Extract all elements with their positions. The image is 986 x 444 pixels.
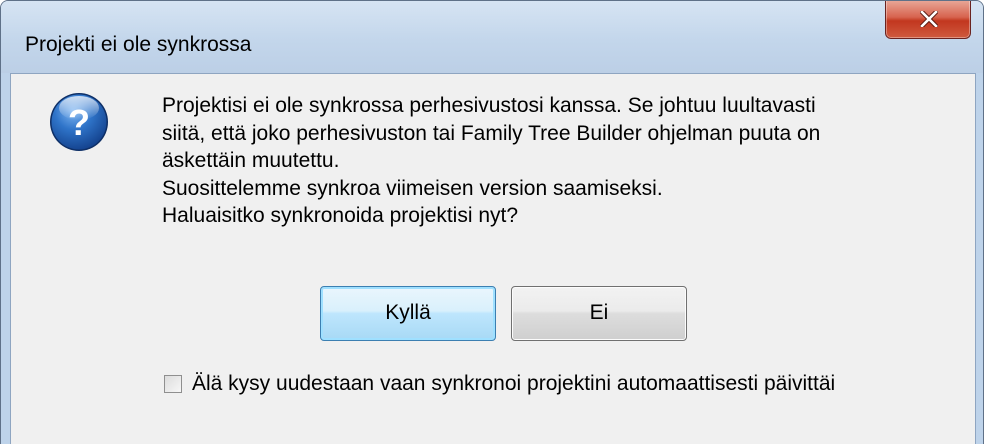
message-line: Haluaisitko synkronoida projektisi nyt? [162, 204, 519, 227]
close-icon [920, 11, 938, 27]
yes-button[interactable]: Kyllä [320, 286, 496, 341]
message-line: äskettäin muutettu. [162, 149, 340, 172]
message-line: Suosittelemme synkroa viimeisen version … [162, 176, 663, 200]
message-line: siitä, että joko perhesivuston tai Famil… [162, 121, 821, 145]
window-title: Projekti ei ole synkrossa [25, 33, 252, 56]
question-icon: ? [50, 93, 108, 151]
svg-text:?: ? [68, 102, 90, 143]
dialog-message: Projektisi ei ole synkrossa perhesivusto… [162, 92, 962, 230]
message-line: Projektisi ei ole synkrossa perhesivusto… [162, 94, 816, 117]
close-button[interactable] [885, 1, 971, 39]
dont-ask-again-label[interactable]: Älä kysy uudestaan vaan synkronoi projek… [192, 371, 835, 397]
title-bar[interactable]: Projekti ei ole synkrossa [1, 1, 983, 73]
no-button[interactable]: Ei [511, 286, 687, 341]
dont-ask-again-checkbox[interactable] [164, 375, 182, 393]
dialog-body: ? Projektisi ei ole synkrossa perhesivus… [10, 73, 976, 444]
dialog-window: Projekti ei ole synkrossa ? Projektisi e… [0, 0, 984, 444]
